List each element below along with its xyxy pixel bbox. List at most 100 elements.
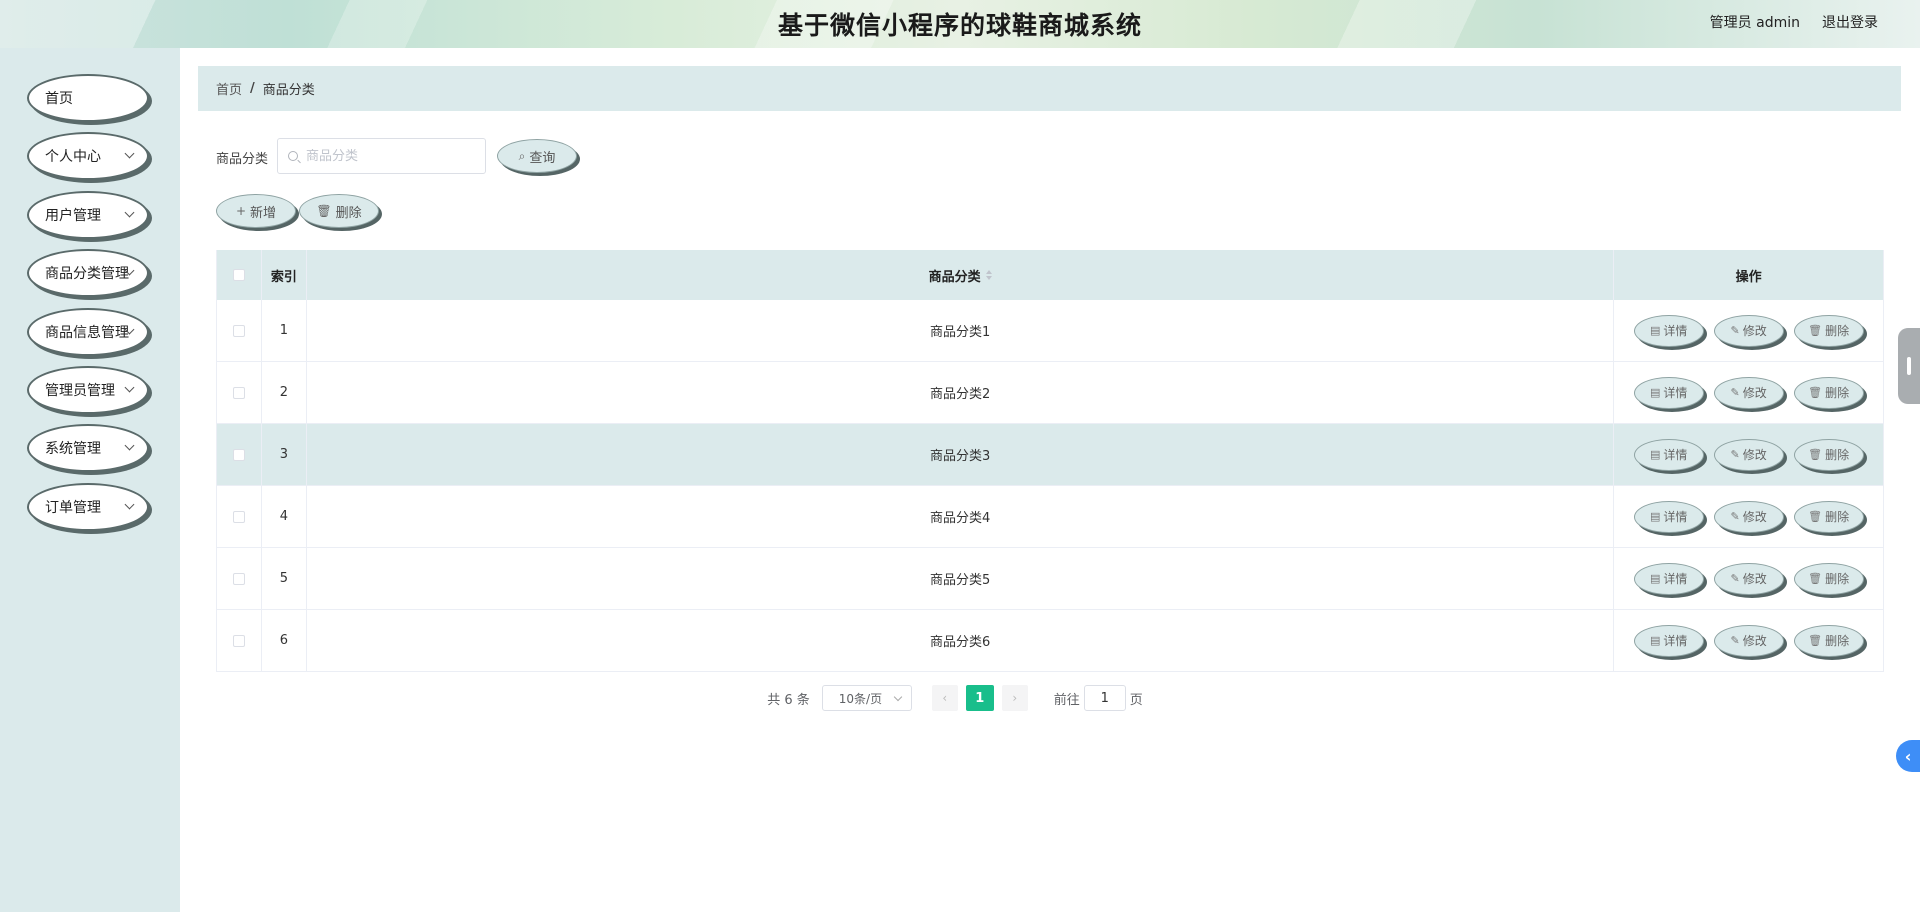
- sidebar-item-admin-management[interactable]: 管理员管理: [27, 366, 149, 414]
- document-icon: ▤: [1649, 324, 1661, 337]
- row-checkbox[interactable]: [232, 324, 245, 337]
- delete-label: 删除: [1825, 572, 1850, 586]
- prev-page-button[interactable]: ‹: [931, 685, 958, 711]
- delete-label: 删除: [1825, 448, 1850, 462]
- add-button[interactable]: + 新增: [216, 194, 296, 228]
- row-actions: ▤ 详情 ✎ 修改 🗑 删除: [1614, 486, 1883, 547]
- chevron-down-icon: [124, 148, 135, 159]
- edit-button[interactable]: ✎ 修改: [1713, 376, 1784, 409]
- delete-button[interactable]: 🗑 删除: [1793, 500, 1864, 533]
- detail-button[interactable]: ▤ 详情: [1633, 562, 1704, 595]
- edit-button[interactable]: ✎ 修改: [1713, 500, 1784, 533]
- trash-icon: 🗑: [1808, 324, 1823, 337]
- row-checkbox-cell: [217, 486, 262, 547]
- row-checkbox[interactable]: [232, 448, 245, 461]
- detail-label: 详情: [1663, 634, 1688, 648]
- sidebar-item-product-management[interactable]: 商品信息管理: [27, 308, 149, 356]
- chevron-down-icon: [124, 382, 135, 393]
- sidebar-item-label: 商品分类管理: [45, 266, 129, 282]
- trash-icon: 🗑: [1808, 448, 1823, 461]
- chevron-down-icon: [124, 207, 135, 218]
- document-icon: ▤: [1649, 386, 1661, 399]
- sidebar-item-label: 用户管理: [45, 208, 101, 224]
- goto-label: 前往: [1053, 692, 1080, 708]
- pencil-icon: ✎: [1730, 324, 1740, 337]
- sidebar-item-label: 系统管理: [45, 441, 101, 457]
- delete-button[interactable]: 🗑 删除: [1793, 438, 1864, 471]
- batch-delete-button[interactable]: 🗑 删除: [299, 194, 379, 228]
- sidebar-item-orders[interactable]: 订单管理: [27, 483, 149, 531]
- row-category: 商品分类3: [307, 424, 1615, 485]
- sidebar-item-system-management[interactable]: 系统管理: [27, 424, 149, 472]
- breadcrumb-home[interactable]: 首页: [216, 79, 242, 98]
- header-category-label: 商品分类: [928, 269, 981, 285]
- page-size-select[interactable]: 10条/页: [821, 685, 912, 711]
- logout-link[interactable]: 退出登录: [1822, 12, 1878, 32]
- row-checkbox[interactable]: [232, 386, 245, 399]
- edit-label: 修改: [1742, 634, 1767, 648]
- delete-button[interactable]: 🗑 删除: [1793, 376, 1864, 409]
- side-drawer-handle[interactable]: [1898, 328, 1920, 404]
- edit-button[interactable]: ✎ 修改: [1713, 438, 1784, 471]
- edit-button[interactable]: ✎ 修改: [1713, 562, 1784, 595]
- page-suffix: 页: [1129, 692, 1143, 708]
- detail-button[interactable]: ▤ 详情: [1633, 500, 1704, 533]
- row-checkbox[interactable]: [232, 510, 245, 523]
- select-all-checkbox[interactable]: [232, 269, 245, 281]
- chevron-down-icon: [124, 440, 135, 451]
- query-button[interactable]: ⌕ 查询: [497, 139, 577, 173]
- detail-button[interactable]: ▤ 详情: [1633, 624, 1704, 657]
- delete-button[interactable]: 🗑 删除: [1793, 562, 1864, 595]
- detail-label: 详情: [1663, 510, 1688, 524]
- table-row: 5 商品分类5 ▤ 详情 ✎ 修改 🗑 删除: [217, 548, 1883, 610]
- row-index: 2: [262, 362, 307, 423]
- breadcrumb: 首页 / 商品分类: [198, 66, 1901, 111]
- table-row: 6 商品分类6 ▤ 详情 ✎ 修改 🗑 删除: [217, 610, 1883, 672]
- trash-icon: 🗑: [1808, 572, 1823, 585]
- sidebar-item-label: 管理员管理: [45, 383, 115, 399]
- sidebar-item-users[interactable]: 用户管理: [27, 191, 149, 239]
- row-actions: ▤ 详情 ✎ 修改 🗑 删除: [1614, 300, 1883, 361]
- next-page-button[interactable]: ›: [1001, 685, 1028, 711]
- search-field[interactable]: [277, 138, 486, 174]
- row-category: 商品分类2: [307, 362, 1615, 423]
- sort-icon[interactable]: [985, 270, 992, 280]
- detail-button[interactable]: ▤ 详情: [1633, 438, 1704, 471]
- row-checkbox-cell: [217, 362, 262, 423]
- goto-page-input[interactable]: 1: [1083, 685, 1126, 711]
- chevron-down-icon: [893, 692, 902, 702]
- table-header: 索引 商品分类 操作: [217, 250, 1883, 300]
- detail-button[interactable]: ▤ 详情: [1633, 314, 1704, 347]
- sidebar-item-home[interactable]: 首页: [27, 74, 149, 122]
- row-category: 商品分类4: [307, 486, 1615, 547]
- plus-icon: +: [235, 204, 247, 218]
- delete-button[interactable]: 🗑 删除: [1793, 314, 1864, 347]
- delete-label: 删除: [1825, 634, 1850, 648]
- edit-button[interactable]: ✎ 修改: [1713, 314, 1784, 347]
- edit-button[interactable]: ✎ 修改: [1713, 624, 1784, 657]
- page-number[interactable]: 1: [965, 685, 994, 711]
- search-input[interactable]: [306, 148, 466, 164]
- query-button-label: 查询: [529, 150, 556, 166]
- sidebar-item-category-management[interactable]: 商品分类管理: [27, 249, 149, 297]
- delete-label: 删除: [1825, 510, 1850, 524]
- chevron-left-icon[interactable]: ‹: [1896, 740, 1920, 772]
- delete-label: 删除: [1825, 386, 1850, 400]
- sidebar-item-label: 个人中心: [45, 149, 101, 165]
- edit-label: 修改: [1742, 324, 1767, 338]
- delete-button[interactable]: 🗑 删除: [1793, 624, 1864, 657]
- total-count: 共 6 条: [767, 692, 810, 708]
- current-user: 管理员 admin: [1709, 15, 1800, 31]
- row-index: 3: [262, 424, 307, 485]
- trash-icon: 🗑: [316, 204, 332, 218]
- row-checkbox[interactable]: [232, 634, 245, 647]
- sidebar: 首页 个人中心 用户管理 商品分类管理 商品信息管理 管理员管理 系统管理 订单…: [0, 48, 180, 912]
- row-checkbox[interactable]: [232, 572, 245, 585]
- document-icon: ▤: [1649, 510, 1661, 523]
- app-title: 基于微信小程序的球鞋商城系统: [777, 11, 1142, 40]
- table-row: 1 商品分类1 ▤ 详情 ✎ 修改 🗑 删除: [217, 300, 1883, 362]
- sidebar-item-personal-center[interactable]: 个人中心: [27, 132, 149, 180]
- header-category[interactable]: 商品分类: [307, 250, 1615, 300]
- pencil-icon: ✎: [1730, 634, 1740, 647]
- detail-button[interactable]: ▤ 详情: [1633, 376, 1704, 409]
